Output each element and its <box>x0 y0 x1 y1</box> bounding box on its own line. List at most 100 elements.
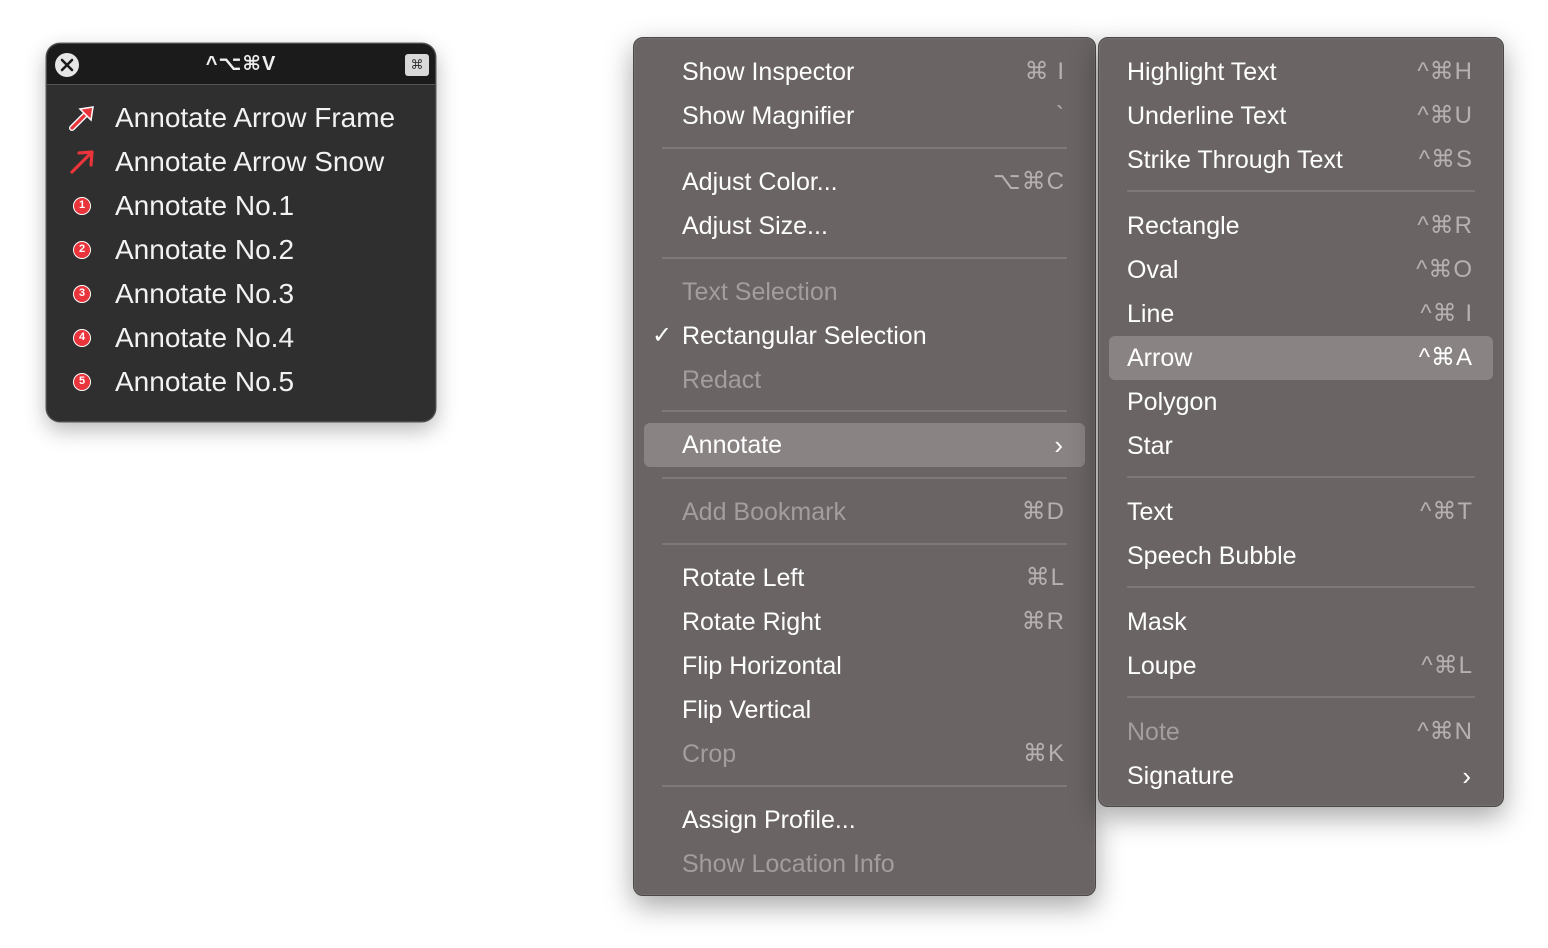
menu-separator <box>662 147 1067 149</box>
palette-item-label: Annotate Arrow Frame <box>115 102 396 133</box>
menu-item-flip-vertical[interactable]: Flip Vertical <box>644 688 1085 732</box>
menu-item-line[interactable]: Line ^⌘ I <box>1109 292 1493 336</box>
number-badge-icon: 5 <box>73 373 91 391</box>
menu-item-shortcut: ^⌘U <box>1417 102 1473 129</box>
menu-item-loupe[interactable]: Loupe ^⌘L <box>1109 644 1493 688</box>
menu-item-assign-profile[interactable]: Assign Profile... <box>644 798 1085 842</box>
menu-item-shortcut: ^⌘T <box>1420 498 1473 525</box>
menu-item-shortcut: ⌘D <box>1021 498 1065 525</box>
menu-item-label: Rotate Right <box>682 608 821 636</box>
menu-item-shortcut: ^⌘A <box>1418 344 1473 371</box>
palette-item-no1[interactable]: 1 Annotate No.1 <box>47 184 435 228</box>
menu-item-label: Mask <box>1127 608 1187 636</box>
number-badge-icon: 4 <box>73 329 91 347</box>
menu-item-label: Rotate Left <box>682 564 805 592</box>
menu-item-shortcut: ⌥⌘C <box>993 168 1065 195</box>
menu-separator <box>1127 586 1475 588</box>
menu-separator <box>1127 696 1475 698</box>
menu-item-label: Rectangular Selection <box>682 322 927 350</box>
menu-item-adjust-size[interactable]: Adjust Size... <box>644 204 1085 248</box>
menu-item-rotate-right[interactable]: Rotate Right ⌘R <box>644 600 1085 644</box>
number-badge-icon: 3 <box>73 285 91 303</box>
palette-item-label: Annotate No.1 <box>115 190 295 221</box>
menu-item-label: Flip Horizontal <box>682 652 842 680</box>
menu-item-shortcut: ^⌘S <box>1418 146 1473 173</box>
menu-separator <box>662 785 1067 787</box>
menu-item-label: Add Bookmark <box>682 498 846 526</box>
menu-item-label: Speech Bubble <box>1127 542 1297 570</box>
menu-item-rectangle[interactable]: Rectangle ^⌘R <box>1109 204 1493 248</box>
menu-item-shortcut: ⌘K <box>1022 740 1065 767</box>
menu-item-label: Adjust Color... <box>682 168 838 196</box>
menu-item-label: Rectangle <box>1127 212 1240 240</box>
menu-item-label: Note <box>1127 718 1180 746</box>
menu-separator <box>662 410 1067 412</box>
context-menu: Show Inspector ⌘ I Show Magnifier ` Adju… <box>633 37 1096 896</box>
palette-item-no4[interactable]: 4 Annotate No.4 <box>47 316 435 360</box>
number-badge-icon: 1 <box>73 197 91 215</box>
palette-item-no5[interactable]: 5 Annotate No.5 <box>47 360 435 404</box>
menu-item-show-magnifier[interactable]: Show Magnifier ` <box>644 94 1085 138</box>
menu-item-star[interactable]: Star <box>1109 424 1493 468</box>
menu-item-show-inspector[interactable]: Show Inspector ⌘ I <box>644 50 1085 94</box>
menu-item-redact: Redact <box>644 358 1085 402</box>
red-arrow-icon <box>69 106 94 131</box>
menu-item-show-location-info: Show Location Info <box>644 842 1085 886</box>
palette-item-label: Annotate No.5 <box>115 366 295 397</box>
checkmark-icon: ✓ <box>652 322 673 349</box>
palette-list: Annotate Arrow Frame Annotate Arrow Snow… <box>47 96 435 404</box>
menu-separator <box>662 477 1067 479</box>
menu-item-label: Arrow <box>1127 344 1193 372</box>
menu-item-label: Line <box>1127 300 1175 328</box>
menu-item-shortcut: ^⌘R <box>1417 212 1473 239</box>
menu-item-label: Text <box>1127 498 1173 526</box>
menu-separator <box>662 257 1067 259</box>
menu-item-shortcut: ^⌘L <box>1421 652 1473 679</box>
palette-item-label: Annotate No.3 <box>115 278 295 309</box>
menu-separator <box>1127 190 1475 192</box>
menu-item-rectangular-selection[interactable]: ✓ Rectangular Selection <box>644 314 1085 358</box>
menu-item-label: Show Magnifier <box>682 102 855 130</box>
number-badge-icon: 2 <box>73 241 91 259</box>
menu-item-shortcut: ^⌘ I <box>1420 300 1473 327</box>
annotation-palette: ^⌥⌘V ⌘ Annotate Arrow Frame Annotate Arr… <box>46 43 436 422</box>
menu-item-add-bookmark: Add Bookmark ⌘D <box>644 490 1085 534</box>
menu-item-label: Annotate <box>682 431 783 459</box>
menu-item-underline-text[interactable]: Underline Text ^⌘U <box>1109 94 1493 138</box>
red-arrow-icon <box>70 150 94 174</box>
menu-item-text-selection: Text Selection <box>644 270 1085 314</box>
menu-item-note: Note ^⌘N <box>1109 710 1493 754</box>
menu-item-text[interactable]: Text ^⌘T <box>1109 490 1493 534</box>
menu-item-flip-horizontal[interactable]: Flip Horizontal <box>644 644 1085 688</box>
menu-item-label: Assign Profile... <box>682 806 856 834</box>
palette-shortcut-title: ^⌥⌘V <box>205 53 277 75</box>
menu-item-polygon[interactable]: Polygon <box>1109 380 1493 424</box>
menu-item-adjust-color[interactable]: Adjust Color... ⌥⌘C <box>644 160 1085 204</box>
menu-item-label: Signature <box>1127 762 1235 790</box>
palette-item-arrow-frame[interactable]: Annotate Arrow Frame <box>47 96 435 140</box>
menu-item-label: Adjust Size... <box>682 212 828 240</box>
annotate-submenu: Highlight Text ^⌘H Underline Text ^⌘U St… <box>1098 37 1504 807</box>
menu-item-label: Strike Through Text <box>1127 146 1343 174</box>
menu-item-label: Underline Text <box>1127 102 1287 130</box>
menu-item-rotate-left[interactable]: Rotate Left ⌘L <box>644 556 1085 600</box>
menu-item-crop: Crop ⌘K <box>644 732 1085 776</box>
menu-item-annotate[interactable]: Annotate › <box>644 423 1085 467</box>
menu-item-signature[interactable]: Signature › <box>1109 754 1493 798</box>
menu-item-speech-bubble[interactable]: Speech Bubble <box>1109 534 1493 578</box>
palette-settings-icon[interactable]: ⌘ <box>405 54 429 76</box>
palette-item-arrow-snow[interactable]: Annotate Arrow Snow <box>47 140 435 184</box>
menu-item-oval[interactable]: Oval ^⌘O <box>1109 248 1493 292</box>
menu-item-arrow[interactable]: Arrow ^⌘A <box>1109 336 1493 380</box>
menu-separator <box>1127 476 1475 478</box>
menu-item-strike-through-text[interactable]: Strike Through Text ^⌘S <box>1109 138 1493 182</box>
menu-item-label: Flip Vertical <box>682 696 812 724</box>
menu-item-shortcut: ^⌘O <box>1416 256 1473 283</box>
palette-item-no2[interactable]: 2 Annotate No.2 <box>47 228 435 272</box>
menu-item-mask[interactable]: Mask <box>1109 600 1493 644</box>
menu-item-highlight-text[interactable]: Highlight Text ^⌘H <box>1109 50 1493 94</box>
menu-item-label: Highlight Text <box>1127 58 1277 86</box>
palette-item-label: Annotate No.2 <box>115 234 295 265</box>
chevron-right-icon: › <box>1462 761 1471 791</box>
palette-item-no3[interactable]: 3 Annotate No.3 <box>47 272 435 316</box>
